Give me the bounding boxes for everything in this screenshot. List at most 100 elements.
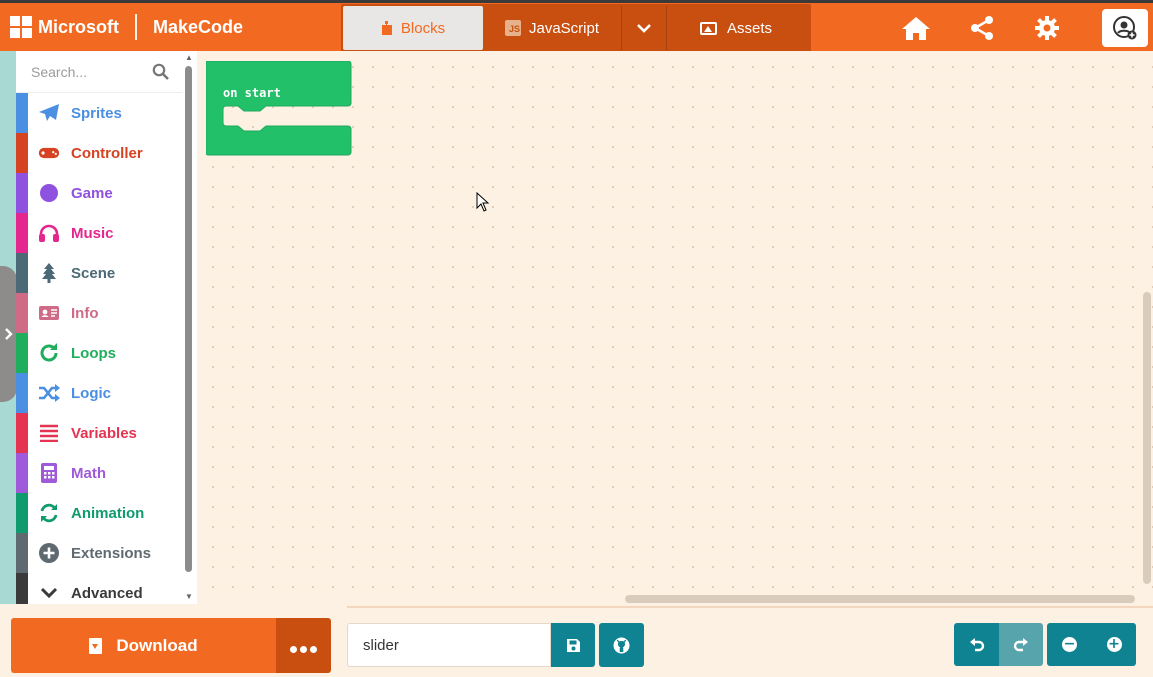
category-math[interactable]: Math (16, 453, 182, 493)
search-input[interactable] (31, 63, 146, 80)
workspace-horizontal-scrollbar[interactable] (625, 595, 1135, 603)
category-music[interactable]: Music (16, 213, 182, 253)
category-loops[interactable]: Loops (16, 333, 182, 373)
more-options-button[interactable] (276, 618, 331, 673)
search-icon[interactable] (152, 63, 169, 80)
project-name-value: slider (363, 636, 399, 654)
gamepad-icon (38, 143, 60, 163)
category-color-bar (16, 93, 28, 133)
circle-icon (38, 183, 60, 203)
category-logic[interactable]: Logic (16, 373, 182, 413)
category-label: Info (71, 304, 99, 322)
headphones-icon (38, 223, 60, 243)
tab-javascript-label: JavaScript (528, 19, 600, 37)
calculator-icon (38, 463, 60, 483)
on-start-block[interactable]: on start (205, 60, 352, 156)
category-animation[interactable]: Animation (16, 493, 182, 533)
list-icon (38, 423, 60, 443)
scroll-up-icon[interactable]: ▲ (185, 53, 193, 62)
toolbox-scroll-thumb[interactable] (185, 66, 192, 572)
language-dropdown[interactable] (621, 6, 667, 50)
project-name-input[interactable]: slider (347, 623, 551, 667)
redo-icon (1013, 637, 1028, 651)
category-game[interactable]: Game (16, 173, 182, 213)
blocks-workspace[interactable]: on start (197, 51, 1153, 604)
category-color-bar (16, 333, 28, 373)
github-button[interactable] (599, 623, 644, 667)
download-label: Download (116, 635, 198, 655)
category-label: Extensions (71, 544, 152, 562)
brand[interactable]: Microsoft MakeCode (10, 3, 243, 51)
tab-assets[interactable]: Assets (667, 6, 805, 50)
puzzle-icon (381, 21, 392, 35)
on-start-block-shape (205, 60, 352, 156)
category-color-bar (16, 453, 28, 493)
category-scene[interactable]: Scene (16, 253, 182, 293)
tab-javascript[interactable]: JS JavaScript (483, 6, 621, 50)
save-button[interactable] (551, 623, 595, 667)
category-label: Music (71, 224, 114, 242)
toolbox: Sprites Controller Game Music Scene Info… (16, 51, 182, 604)
footer-divider (347, 606, 1153, 608)
category-variables[interactable]: Variables (16, 413, 182, 453)
workspace-vertical-scrollbar[interactable] (1143, 292, 1151, 584)
shuffle-icon (38, 383, 60, 403)
share-icon (971, 16, 993, 40)
tab-blocks[interactable]: Blocks (343, 6, 483, 50)
share-button[interactable] (964, 11, 1000, 45)
zoom-in-button[interactable]: + (1092, 623, 1136, 666)
category-advanced[interactable]: Advanced (16, 573, 182, 604)
category-controller[interactable]: Controller (16, 133, 182, 173)
category-label: Variables (71, 424, 137, 442)
category-color-bar (16, 493, 28, 533)
brand-divider (135, 14, 137, 40)
mouse-cursor-icon (476, 191, 490, 217)
category-label: Logic (71, 384, 111, 402)
undo-button[interactable] (954, 623, 999, 666)
download-button[interactable]: Download (11, 618, 276, 673)
tab-blocks-label: Blocks (400, 19, 446, 37)
category-info[interactable]: Info (16, 293, 182, 333)
save-icon (566, 638, 580, 652)
js-icon: JS (504, 20, 521, 36)
refresh-icon (38, 503, 60, 523)
category-color-bar (16, 573, 28, 604)
chevron-right-icon (4, 328, 13, 340)
editor-tabs: Blocks JS JavaScript Assets (341, 4, 811, 52)
top-bar: Microsoft MakeCode Blocks JS JavaScript … (0, 0, 1153, 52)
brand-makecode: MakeCode (153, 16, 244, 37)
profile-icon (1113, 16, 1137, 40)
redo-button[interactable] (999, 623, 1043, 666)
image-icon (699, 21, 717, 35)
settings-button[interactable] (1029, 11, 1065, 45)
minus-circle-icon: − (1062, 636, 1077, 652)
category-color-bar (16, 133, 28, 173)
toolbox-scrollbar[interactable]: ▲ ▼ (182, 51, 197, 604)
home-icon (902, 17, 930, 40)
chevron-down-icon (637, 24, 651, 33)
profile-button[interactable] (1102, 9, 1148, 47)
category-label: Game (71, 184, 113, 202)
category-color-bar (16, 533, 28, 573)
category-label: Animation (71, 504, 145, 522)
github-icon (613, 637, 630, 653)
tab-assets-label: Assets (726, 19, 772, 37)
category-color-bar (16, 173, 28, 213)
category-color-bar (16, 373, 28, 413)
plus-circle-icon: + (1106, 636, 1122, 652)
category-sprites[interactable]: Sprites (16, 93, 182, 133)
category-label: Sprites (71, 104, 122, 122)
category-color-bar (16, 413, 28, 453)
undo-icon (969, 637, 984, 651)
home-button[interactable] (898, 11, 934, 45)
category-color-bar (16, 253, 28, 293)
scroll-down-icon[interactable]: ▼ (185, 592, 193, 601)
category-label: Loops (71, 344, 116, 362)
toolbox-search (16, 51, 182, 93)
category-label: Advanced (71, 584, 143, 602)
category-extensions[interactable]: Extensions (16, 533, 182, 573)
expand-simulator-button[interactable] (0, 266, 17, 402)
zoom-out-button[interactable]: − (1047, 623, 1092, 666)
category-color-bar (16, 293, 28, 333)
on-start-label: on start (223, 86, 281, 100)
